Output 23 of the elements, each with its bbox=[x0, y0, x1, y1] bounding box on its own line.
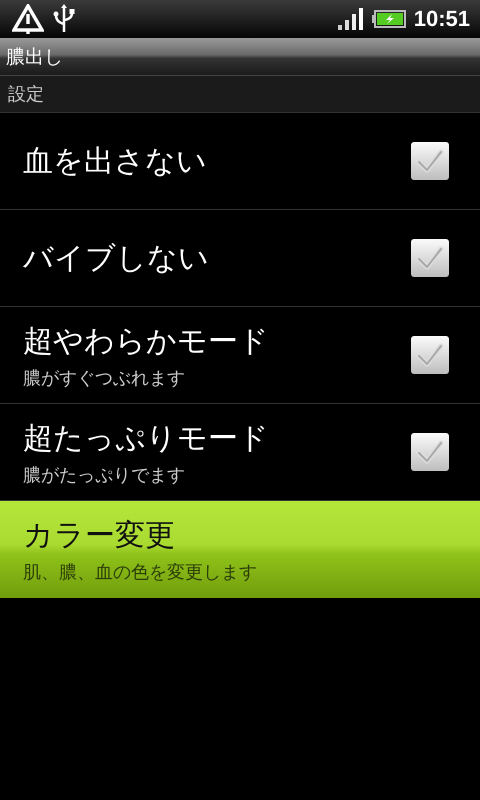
checkbox[interactable] bbox=[410, 432, 450, 472]
item-title: 超たっぷりモード bbox=[23, 420, 270, 458]
section-title: 設定 bbox=[8, 83, 44, 106]
item-title: カラー変更 bbox=[23, 517, 176, 555]
checkbox[interactable] bbox=[410, 141, 450, 181]
item-title: バイブしない bbox=[23, 240, 210, 278]
item-summary: 膿がたっぷりでます bbox=[23, 464, 186, 486]
app-title: 膿出し bbox=[6, 44, 63, 70]
settings-item[interactable]: 超やわらかモード 膿がすぐつぶれます bbox=[0, 307, 480, 404]
settings-item[interactable]: カラー変更 肌、膿、血の色を変更します bbox=[0, 501, 480, 598]
battery-icon bbox=[372, 10, 406, 28]
item-title: 超やわらかモード bbox=[23, 322, 270, 360]
checkbox[interactable] bbox=[410, 238, 450, 278]
item-summary: 肌、膿、血の色を変更します bbox=[23, 561, 258, 584]
item-summary: 膿がすぐつぶれます bbox=[23, 366, 186, 390]
clock-time: 10:51 bbox=[414, 6, 470, 32]
usb-icon bbox=[52, 4, 76, 34]
checkbox[interactable] bbox=[410, 335, 450, 375]
settings-item[interactable]: 血を出さない bbox=[0, 113, 480, 210]
item-title: 血を出さない bbox=[23, 142, 208, 180]
warning-icon bbox=[12, 4, 44, 34]
settings-item[interactable]: バイブしない bbox=[0, 210, 480, 307]
signal-icon bbox=[338, 8, 364, 30]
